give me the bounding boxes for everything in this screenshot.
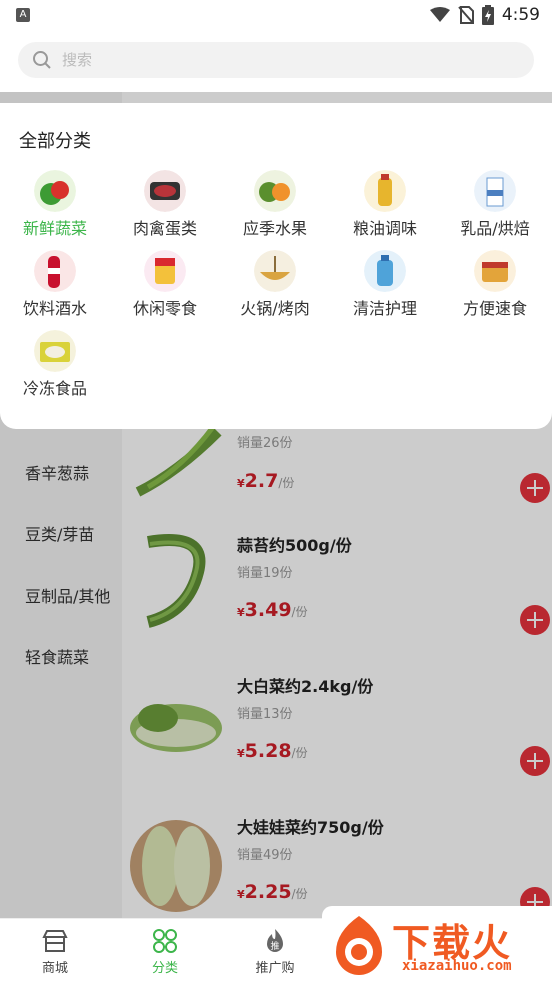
battery-charging-icon xyxy=(481,5,494,25)
hotpot-icon xyxy=(254,250,296,292)
category-frozen-food[interactable]: 冷冻食品 xyxy=(0,330,110,400)
meat-icon xyxy=(144,170,186,212)
tab-category[interactable]: 分类 xyxy=(110,919,220,983)
category-grain-oil[interactable]: 粮油调味 xyxy=(330,170,440,240)
category-drinks-alcohol[interactable]: 饮料酒水 xyxy=(0,250,110,320)
notification-icon: A xyxy=(16,8,30,22)
category-snacks[interactable]: 休闲零食 xyxy=(110,250,220,320)
no-sim-icon xyxy=(458,6,474,24)
all-categories-panel: 全部分类 新鲜蔬菜 肉禽蛋类 应季水果 粮油调味 乳品/烘焙 饮料酒水 休闲零食… xyxy=(0,103,552,429)
panel-title: 全部分类 xyxy=(19,131,91,152)
frozen-food-icon xyxy=(34,330,76,372)
category-instant-food[interactable]: 方便速食 xyxy=(440,250,550,320)
search-bar[interactable] xyxy=(18,42,534,78)
store-icon xyxy=(42,930,68,952)
milk-icon xyxy=(474,170,516,212)
search-header xyxy=(0,32,552,92)
status-bar: A 4:59 xyxy=(0,0,552,32)
category-meat-eggs[interactable]: 肉禽蛋类 xyxy=(110,170,220,240)
status-time: 4:59 xyxy=(501,5,540,25)
category-dairy-baking[interactable]: 乳品/烘焙 xyxy=(440,170,550,240)
cleaning-bottle-icon xyxy=(364,250,406,292)
fruit-icon xyxy=(254,170,296,212)
instant-noodle-icon xyxy=(474,250,516,292)
watermark-url: xiazaihuo.com xyxy=(402,958,512,974)
search-input[interactable] xyxy=(62,51,462,69)
tab-mall[interactable]: 商城 xyxy=(0,919,110,983)
oil-bottle-icon xyxy=(364,170,406,212)
watermark-badge-icon xyxy=(336,916,382,975)
category-cleaning-care[interactable]: 清洁护理 xyxy=(330,250,440,320)
search-icon xyxy=(33,51,51,69)
wifi-icon xyxy=(429,7,450,22)
watermark-logo: 下载火 xiazaihuo.com xyxy=(322,906,552,983)
flame-icon: 推 xyxy=(267,929,283,952)
category-grid-icon xyxy=(153,929,177,953)
category-fresh-vegetables[interactable]: 新鲜蔬菜 xyxy=(0,170,110,240)
snack-bag-icon xyxy=(144,250,186,292)
cola-bottle-icon xyxy=(34,250,76,292)
category-seasonal-fruit[interactable]: 应季水果 xyxy=(220,170,330,240)
svg-text:推: 推 xyxy=(270,940,279,952)
category-hotpot-bbq[interactable]: 火锅/烤肉 xyxy=(220,250,330,320)
vegetable-icon xyxy=(34,170,76,212)
tab-promotion[interactable]: 推 推广购 xyxy=(220,919,330,983)
